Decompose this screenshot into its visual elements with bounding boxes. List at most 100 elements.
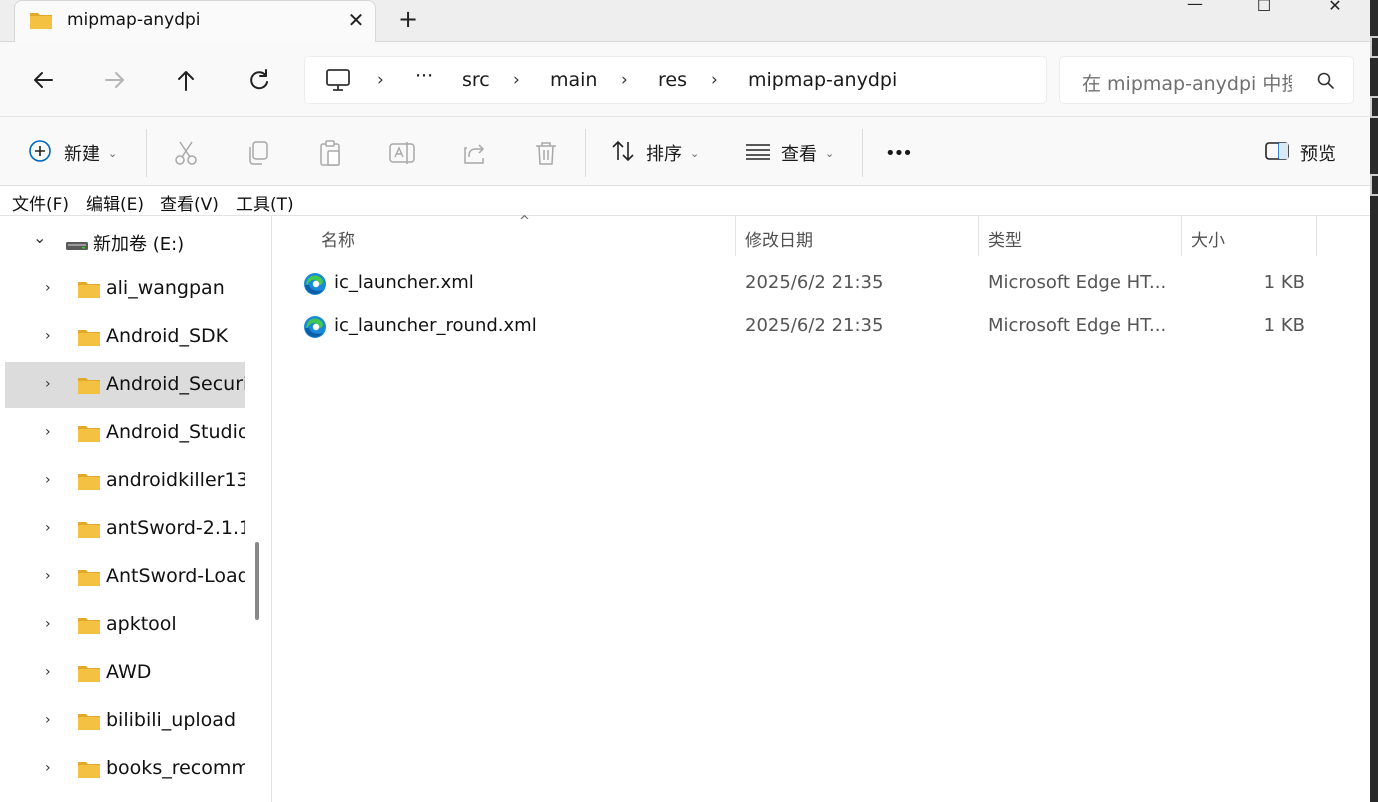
folder-icon <box>77 471 101 495</box>
tab-mipmap-anydpi[interactable]: mipmap-anydpi ✕ <box>14 0 376 42</box>
column-name-label: 名称 <box>321 231 355 251</box>
tree-item-folder[interactable]: › apktool <box>5 602 245 648</box>
breadcrumb-overflow[interactable]: ··· <box>415 65 433 87</box>
breadcrumb-chevron[interactable]: › <box>711 70 718 90</box>
cut-icon[interactable] <box>172 139 200 167</box>
column-header-date[interactable]: 修改日期 <box>736 216 979 256</box>
search-icon[interactable] <box>1316 71 1336 95</box>
breadcrumb-src[interactable]: src <box>462 69 490 91</box>
file-size: 1 KB <box>1263 315 1305 336</box>
menu-tools[interactable]: 工具(T) <box>236 190 294 215</box>
close-tab-icon[interactable]: ✕ <box>343 7 369 33</box>
chevron-right-icon[interactable]: › <box>45 616 51 632</box>
breadcrumb-mipmap-anydpi[interactable]: mipmap-anydpi <box>748 69 897 91</box>
tree-item-folder[interactable]: › androidkiller132 <box>5 458 245 504</box>
share-icon[interactable] <box>461 139 489 167</box>
maximize-button[interactable]: ☐ <box>1241 0 1287 16</box>
more-options-button[interactable]: ••• <box>885 139 913 167</box>
chevron-right-icon[interactable]: › <box>45 568 51 584</box>
tree-item-folder[interactable]: › Android_Studio <box>5 410 245 456</box>
delete-icon[interactable] <box>532 139 560 167</box>
menu-file[interactable]: 文件(F) <box>12 190 69 215</box>
chevron-right-icon[interactable]: › <box>45 520 51 536</box>
breadcrumb-main[interactable]: main <box>550 69 597 91</box>
column-header-type[interactable]: 类型 <box>979 216 1182 256</box>
up-arrow-icon[interactable] <box>170 64 202 96</box>
search-placeholder[interactable]: 在 mipmap-anydpi 中搜索 <box>1082 69 1292 96</box>
close-window-button[interactable]: ✕ <box>1312 0 1358 16</box>
tree-item-folder[interactable]: › AntSword-Loader <box>5 554 245 600</box>
breadcrumb-chevron[interactable]: › <box>621 70 628 90</box>
folder-label: Android_Security <box>106 373 245 395</box>
file-name: ic_launcher_round.xml <box>334 315 537 336</box>
folder-icon <box>29 10 53 34</box>
drive-label: 新加卷 (E:) <box>93 234 185 255</box>
chevron-down-icon: ⌄ <box>825 146 835 160</box>
tab-title: mipmap-anydpi <box>67 10 201 30</box>
menu-view[interactable]: 查看(V) <box>160 190 219 215</box>
table-row[interactable]: ic_launcher.xml 2025/6/2 21:35 Microsoft… <box>273 264 1370 304</box>
folder-label: AWD <box>106 661 152 683</box>
folder-label: bilibili_upload <box>106 709 237 731</box>
chevron-right-icon[interactable]: › <box>45 280 51 296</box>
this-pc-icon[interactable] <box>325 68 351 96</box>
more-icon: ••• <box>885 142 913 164</box>
column-size-label: 大小 <box>1191 231 1225 251</box>
copy-icon[interactable] <box>244 139 272 167</box>
view-button[interactable]: 查看 ⌄ <box>745 139 834 167</box>
add-circle-icon <box>28 139 52 168</box>
tree-item-folder[interactable]: › AWD <box>5 650 245 696</box>
tree-item-folder[interactable]: › ali_wangpan <box>5 266 245 312</box>
search-box[interactable]: 在 mipmap-anydpi 中搜索 <box>1059 56 1354 104</box>
chevron-right-icon[interactable]: › <box>45 424 51 440</box>
view-label: 查看 <box>781 144 817 165</box>
folder-icon <box>77 375 101 399</box>
new-button[interactable]: 新建 ⌄ <box>28 139 117 167</box>
sort-button[interactable]: 排序 ⌄ <box>610 139 699 167</box>
folder-icon <box>77 327 101 351</box>
paste-icon[interactable] <box>316 139 344 167</box>
rename-icon[interactable] <box>388 139 416 167</box>
breadcrumb-chevron[interactable]: › <box>513 70 520 90</box>
refresh-icon[interactable] <box>243 64 275 96</box>
tree-item-folder[interactable]: › antSword-2.1.15 <box>5 506 245 552</box>
chevron-right-icon[interactable]: › <box>45 664 51 680</box>
chevron-down-icon[interactable]: ⌄ <box>33 228 46 247</box>
chevron-down-icon: ⌄ <box>690 146 700 160</box>
chevron-right-icon[interactable]: › <box>45 328 51 344</box>
chevron-right-icon[interactable]: › <box>45 712 51 728</box>
folder-icon <box>77 567 101 591</box>
sidebar-scrollbar[interactable] <box>255 542 259 620</box>
forward-arrow-icon[interactable] <box>99 64 131 96</box>
view-list-icon <box>745 138 771 169</box>
address-bar[interactable]: › ··· src › main › res › mipmap-anydpi <box>304 56 1047 104</box>
menu-edit[interactable]: 编辑(E) <box>86 190 144 215</box>
back-arrow-icon[interactable] <box>27 64 59 96</box>
chevron-right-icon[interactable]: › <box>45 760 51 776</box>
chevron-right-icon[interactable]: › <box>45 376 51 392</box>
folder-label: ali_wangpan <box>106 277 225 299</box>
divider <box>862 129 863 177</box>
preview-label: 预览 <box>1300 144 1336 165</box>
background-window-edge <box>1370 174 1378 196</box>
divider <box>146 129 147 177</box>
chevron-right-icon[interactable]: › <box>45 472 51 488</box>
tree-item-folder[interactable]: › bilibili_upload <box>5 698 245 744</box>
folder-label: AntSword-Loader <box>106 565 245 587</box>
minimize-button[interactable]: — <box>1172 0 1218 14</box>
preview-pane-button[interactable]: 预览 <box>1264 139 1336 167</box>
column-header-name[interactable]: 名称 <box>273 216 736 256</box>
tree-item-drive-e[interactable]: ⌄ 新加卷 (E:) <box>5 218 245 264</box>
column-header-size[interactable]: 大小 <box>1182 216 1317 256</box>
new-tab-button[interactable]: + <box>394 5 422 33</box>
breadcrumb-chevron[interactable]: › <box>377 70 384 90</box>
file-date: 2025/6/2 21:35 <box>745 272 884 293</box>
table-row[interactable]: ic_launcher_round.xml 2025/6/2 21:35 Mic… <box>273 307 1370 347</box>
tree-item-folder[interactable]: › books_recommend <box>5 746 245 792</box>
tree-item-folder[interactable]: › Android_SDK <box>5 314 245 360</box>
file-type: Microsoft Edge HT... <box>988 272 1167 293</box>
navigation-pane: ⌄ 新加卷 (E:) › ali_wangpan › Android_SDK ›… <box>0 216 272 802</box>
folder-label: Android_SDK <box>106 325 229 347</box>
breadcrumb-res[interactable]: res <box>658 69 687 91</box>
tree-item-folder-selected[interactable]: › Android_Security <box>5 362 245 408</box>
